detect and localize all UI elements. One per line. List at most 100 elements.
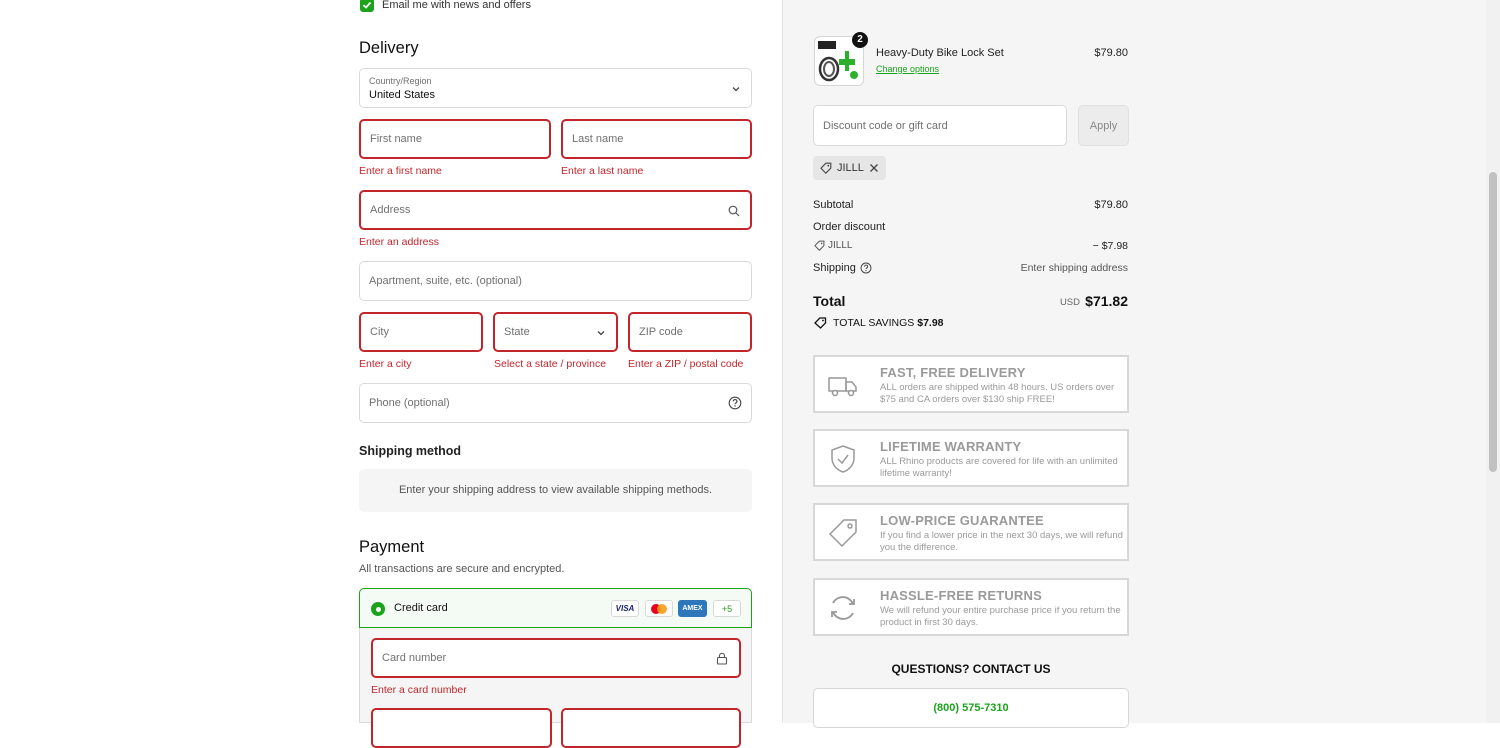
checkout-form: Email me with news and offers Delivery C… [0, 0, 782, 748]
country-value: United States [369, 89, 436, 101]
card-number-placeholder: Card number [382, 652, 447, 664]
help-circle-icon[interactable] [728, 396, 742, 410]
address-input[interactable]: Address [359, 190, 752, 230]
card-details-panel: Card number Enter a card number [359, 628, 752, 748]
shipping-method-heading: Shipping method [359, 444, 462, 458]
promo-description: If you find a lower price in the next 30… [880, 530, 1123, 553]
delivery-truck-icon [828, 377, 857, 397]
payment-heading: Payment [359, 538, 425, 556]
last-name-error: Enter a last name [561, 165, 644, 177]
check-icon [362, 1, 372, 9]
visa-icon: VISA [611, 600, 639, 617]
total-savings: TOTAL SAVINGS $7.98 [833, 317, 944, 329]
shipping-value: Enter shipping address [1020, 262, 1128, 274]
last-name-input[interactable]: Last name [561, 119, 752, 159]
amex-icon: AMEX [678, 600, 707, 617]
mastercard-icon [645, 600, 673, 617]
change-options-link[interactable]: Change options [876, 64, 939, 74]
total-value: $71.82 [1085, 293, 1128, 309]
subtotal-label: Subtotal [813, 199, 854, 211]
email-opt-in-label: Email me with news and offers [382, 0, 531, 11]
country-label: Country/Region [369, 76, 432, 86]
tag-icon [820, 162, 832, 174]
currency-label: USD [1059, 297, 1080, 308]
state-select[interactable]: State [493, 312, 618, 352]
state-error: Select a state / province [494, 358, 607, 370]
applied-discount-tag: JILLL [813, 156, 886, 180]
discount-code-placeholder: Discount code or gift card [823, 119, 948, 132]
promo-low-price: LOW-PRICE GUARANTEE If you find a lower … [813, 503, 1129, 561]
applied-code-text: JILLL [837, 162, 864, 174]
subtotal-value: $79.80 [1094, 199, 1128, 211]
promo-description: ALL Rhino products are covered for life … [880, 456, 1118, 479]
country-select[interactable]: Country/Region United States [359, 68, 752, 108]
apartment-input[interactable]: Apartment, suite, etc. (optional) [359, 261, 752, 301]
phone-input[interactable]: Phone (optional) [359, 383, 752, 423]
contact-phone-button[interactable]: (800) 575-7310 [813, 688, 1129, 728]
promo-hassle-free-returns: HASSLE-FREE RETURNS We will refund your … [813, 578, 1129, 636]
discount-code-input[interactable]: Discount code or gift card [813, 105, 1067, 146]
scrollbar-thumb[interactable] [1489, 172, 1497, 472]
refresh-icon [831, 596, 855, 620]
search-icon [728, 205, 740, 217]
promo-fast-delivery: FAST, FREE DELIVERY ALL orders are shipp… [813, 355, 1129, 413]
more-cards-badge: +5 [713, 600, 741, 617]
apply-button[interactable]: Apply [1078, 105, 1129, 146]
first-name-input[interactable]: First name [359, 119, 551, 159]
lock-icon [716, 652, 728, 665]
delivery-heading: Delivery [359, 39, 419, 57]
card-number-error: Enter a card number [371, 684, 467, 696]
apartment-placeholder: Apartment, suite, etc. (optional) [369, 275, 522, 287]
scrollbar-track[interactable] [1486, 0, 1500, 723]
chevron-down-icon [732, 87, 740, 92]
shipping-method-message: Enter your shipping address to view avai… [398, 484, 713, 496]
promo-title: LIFETIME WARRANTY [880, 439, 1022, 454]
close-icon[interactable] [869, 163, 879, 173]
product-price: $79.80 [1094, 47, 1128, 59]
state-placeholder: State [504, 326, 530, 338]
last-name-placeholder: Last name [572, 133, 624, 145]
city-error: Enter a city [359, 358, 412, 370]
shipping-method-notice: Enter your shipping address to view avai… [359, 469, 752, 512]
promo-title: LOW-PRICE GUARANTEE [880, 513, 1044, 528]
chevron-down-icon [597, 331, 605, 336]
card-number-input[interactable]: Card number [371, 638, 741, 678]
contact-phone: (800) 575-7310 [933, 702, 1009, 714]
zip-input[interactable]: ZIP code [628, 312, 752, 352]
zip-error: Enter a ZIP / postal code [628, 358, 744, 370]
discount-value: − $7.98 [1092, 240, 1128, 252]
shipping-label: Shipping [813, 262, 856, 274]
first-name-placeholder: First name [370, 133, 422, 145]
shield-check-icon [831, 445, 855, 473]
product-thumbnail: 2 [814, 32, 868, 86]
phone-placeholder: Phone (optional) [369, 397, 450, 409]
total-label: Total [813, 293, 846, 309]
promo-title: FAST, FREE DELIVERY [880, 365, 1026, 380]
security-code-input[interactable] [561, 708, 741, 748]
promo-description: ALL orders are shipped within 48 hours. … [880, 382, 1115, 405]
address-placeholder: Address [370, 204, 411, 216]
order-discount-label: Order discount [813, 221, 886, 233]
expiration-input[interactable] [371, 708, 552, 748]
tag-icon [814, 240, 825, 251]
quantity-badge: 2 [852, 32, 868, 48]
credit-card-radio[interactable] [371, 602, 385, 616]
first-name-error: Enter a first name [359, 165, 442, 177]
order-summary: 2 Heavy-Duty Bike Lock Set Change option… [782, 0, 1500, 728]
discount-code-label: JILLL [828, 240, 853, 251]
email-opt-in-checkbox[interactable] [360, 0, 374, 12]
promo-description: We will refund your entire purchase pric… [880, 605, 1121, 628]
contact-us-heading: QUESTIONS? CONTACT US [891, 662, 1051, 676]
credit-card-label: Credit card [394, 602, 448, 614]
help-circle-icon[interactable] [860, 262, 872, 274]
city-placeholder: City [370, 326, 389, 338]
price-tag-icon [828, 519, 857, 548]
address-error: Enter an address [359, 236, 439, 248]
payment-subtext: All transactions are secure and encrypte… [359, 563, 565, 575]
zip-placeholder: ZIP code [639, 326, 683, 338]
credit-card-option[interactable]: Credit card VISA AMEX +5 [359, 588, 752, 628]
city-input[interactable]: City [359, 312, 483, 352]
product-name: Heavy-Duty Bike Lock Set [876, 47, 1004, 59]
promo-title: HASSLE-FREE RETURNS [880, 588, 1042, 603]
savings-tag-icon [814, 317, 827, 329]
